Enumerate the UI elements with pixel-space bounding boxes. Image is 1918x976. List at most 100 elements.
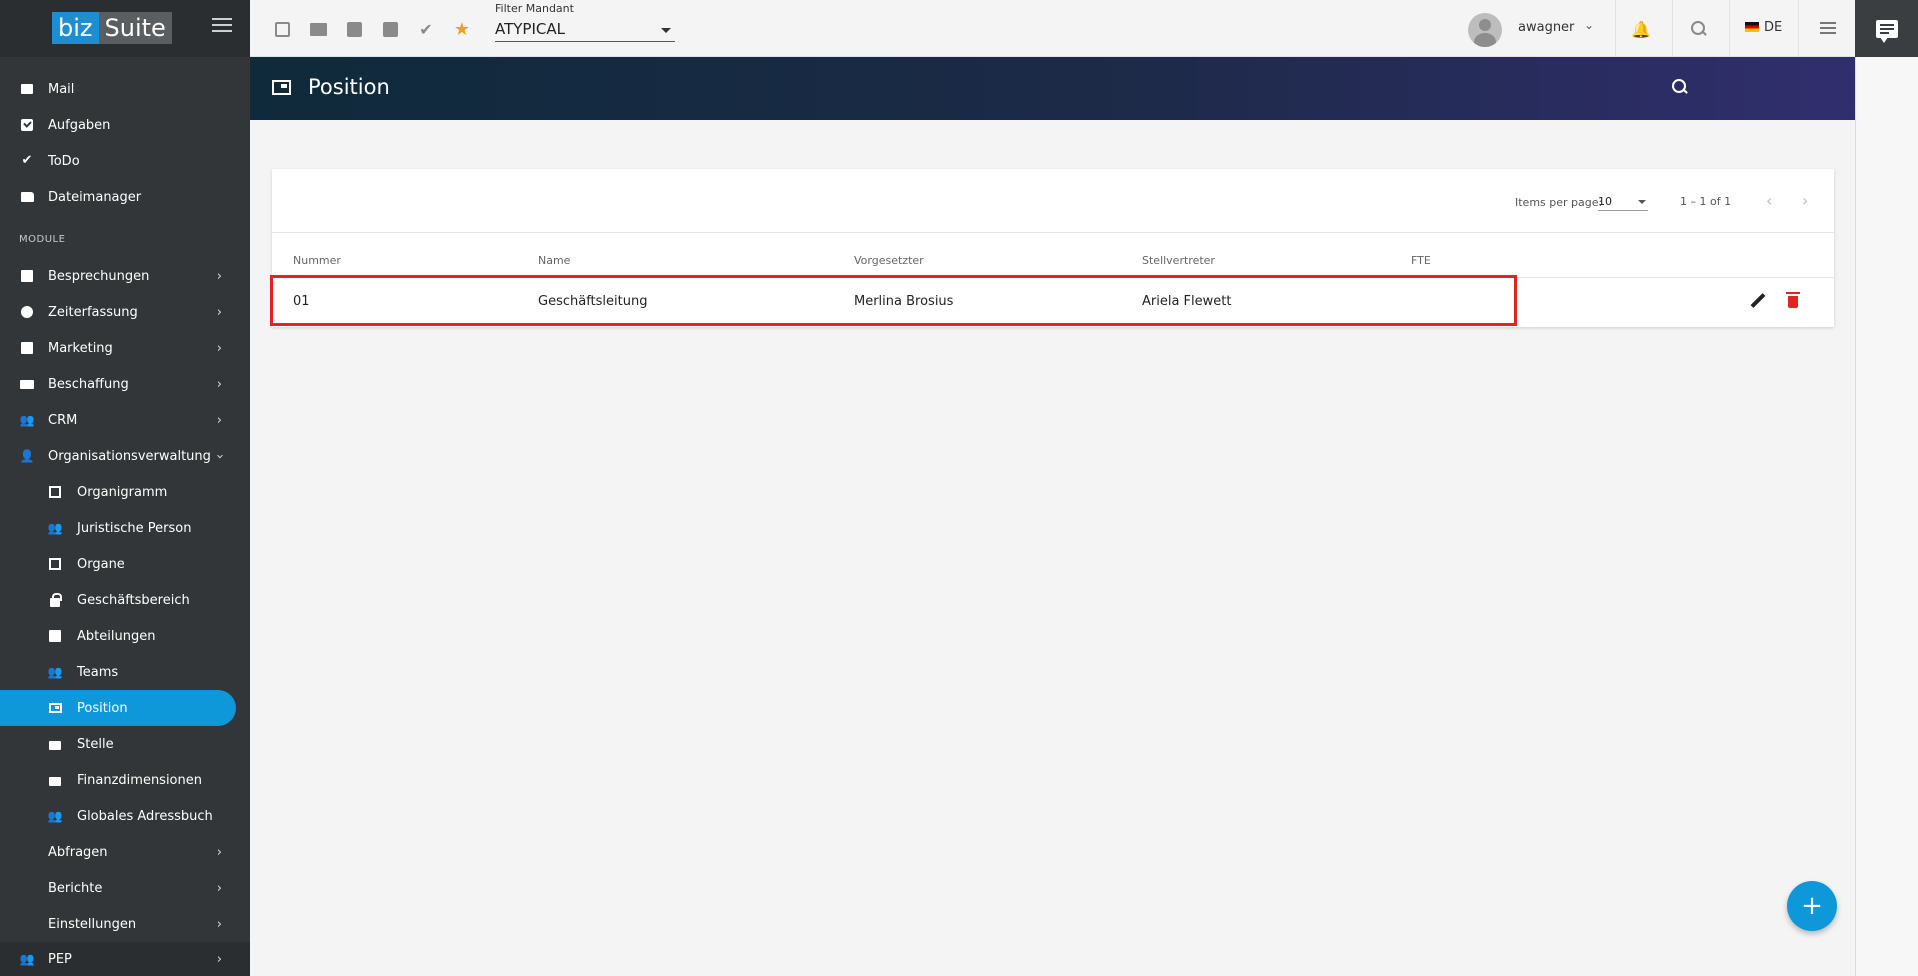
building-icon — [48, 485, 62, 499]
language-selector[interactable]: DE — [1764, 20, 1782, 35]
checkbox-icon — [20, 118, 34, 132]
check-icon: ✔ — [21, 153, 33, 168]
german-flag-icon[interactable] — [1745, 22, 1759, 32]
cell-stellvertreter: Ariela Flewett — [1142, 294, 1232, 309]
divider — [1615, 0, 1616, 57]
sidebar-item-aufgaben[interactable]: Aufgaben — [0, 107, 250, 143]
sidebar-item-todo[interactable]: ✔ ToDo — [0, 143, 250, 179]
sidebar-item-abfragen[interactable]: Abfragen › — [0, 834, 250, 870]
sidebar-item-label: CRM — [48, 412, 78, 428]
chevron-right-icon: › — [216, 916, 222, 932]
table-row[interactable]: 01 Geschäftsleitung Merlina Brosius Arie… — [270, 275, 1834, 326]
column-header-vorgesetzter[interactable]: Vorgesetzter — [854, 254, 924, 267]
sidebar-item-label: Abteilungen — [77, 628, 156, 644]
sidebar-item-geschaeftsbereich[interactable]: Geschäftsbereich — [0, 582, 250, 618]
sidebar-item-dateimanager[interactable]: Dateimanager — [0, 179, 250, 215]
sidebar-item-organe[interactable]: Organe — [0, 546, 250, 582]
chevron-right-icon: › — [216, 304, 222, 320]
sidebar-item-besprechungen[interactable]: Besprechungen › — [0, 258, 250, 294]
sidebar-item-stelle[interactable]: Stelle — [0, 726, 250, 762]
mail-icon[interactable] — [309, 20, 327, 38]
chat-button[interactable] — [1855, 0, 1918, 57]
search-icon[interactable] — [1672, 79, 1688, 95]
menu-toggle-icon[interactable] — [212, 18, 232, 38]
sidebar-item-beschaffung[interactable]: Beschaffung › — [0, 366, 250, 402]
avatar[interactable] — [1468, 13, 1502, 47]
table-card: Items per page: 10 1 – 1 of 1 ‹ › Nummer… — [270, 169, 1834, 327]
items-per-page-select[interactable]: 10 — [1598, 193, 1648, 211]
office-building-icon — [48, 629, 62, 643]
sidebar-item-organigramm[interactable]: Organigramm — [0, 474, 250, 510]
search-icon[interactable] — [1690, 20, 1708, 38]
logo-part-suite: Suite — [98, 12, 172, 44]
star-icon[interactable]: ★ — [453, 19, 471, 40]
sidebar-item-zeiterfassung[interactable]: Zeiterfassung › — [0, 294, 250, 330]
sidebar-item-label: Organisationsverwaltung — [48, 448, 211, 464]
dropdown-caret-icon — [661, 28, 671, 33]
chevron-down-icon[interactable]: ⌄ — [1584, 18, 1594, 32]
username[interactable]: awagner — [1518, 20, 1574, 35]
chart-icon — [20, 341, 34, 355]
contact-icon[interactable] — [345, 20, 363, 38]
filter-mandant-label: Filter Mandant — [495, 2, 574, 15]
sidebar-item-label: Berichte — [48, 880, 103, 896]
sidebar-item-marketing[interactable]: Marketing › — [0, 330, 250, 366]
folder-icon — [20, 190, 34, 204]
chat-icon — [1875, 19, 1898, 43]
column-header-fte[interactable]: FTE — [1411, 254, 1431, 267]
sidebar-item-label: Beschaffung — [48, 376, 129, 392]
delete-icon[interactable] — [1786, 292, 1800, 308]
sidebar-item-label: Stelle — [77, 736, 114, 752]
sidebar-item-label: Globales Adressbuch — [77, 808, 213, 824]
sidebar-item-einstellungen[interactable]: Einstellungen › — [0, 906, 250, 942]
top-bar: ✔ ★ Filter Mandant ATYPICAL awagner ⌄ 🔔 … — [250, 0, 1855, 57]
sidebar-item-label: Dateimanager — [48, 189, 142, 205]
page-header: Position — [250, 57, 1855, 120]
column-header-name[interactable]: Name — [538, 254, 570, 267]
clipboard-icon — [20, 269, 34, 283]
sidebar-item-label: Einstellungen — [48, 916, 137, 932]
add-button[interactable]: + — [1787, 881, 1837, 931]
clock-icon — [20, 305, 34, 319]
position-icon — [272, 80, 291, 95]
bell-icon[interactable]: 🔔 — [1631, 20, 1651, 39]
next-page-button[interactable]: › — [1802, 191, 1808, 210]
sidebar-item-label: PEP — [48, 951, 72, 967]
chevron-right-icon: › — [216, 268, 222, 284]
sidebar-item-label: Geschäftsbereich — [77, 592, 190, 608]
sidebar-item-juristische-person[interactable]: 👥 Juristische Person — [0, 510, 250, 546]
app-logo[interactable]: biz Suite — [52, 12, 172, 44]
right-rail — [1855, 57, 1918, 976]
mail-icon — [20, 82, 34, 96]
column-header-stellvertreter[interactable]: Stellvertreter — [1142, 254, 1215, 267]
sidebar-item-label: ToDo — [48, 153, 80, 169]
sidebar-item-teams[interactable]: 👥 Teams — [0, 654, 250, 690]
edit-icon[interactable] — [1749, 292, 1767, 310]
previous-page-button[interactable]: ‹ — [1766, 191, 1772, 210]
column-header-nummer[interactable]: Nummer — [293, 254, 341, 267]
calendar-icon[interactable] — [273, 20, 291, 38]
filter-mandant-select[interactable]: ATYPICAL — [495, 18, 675, 42]
sidebar-item-finanzdimensionen[interactable]: Finanzdimensionen — [0, 762, 250, 798]
chevron-right-icon: › — [216, 412, 222, 428]
done-all-icon[interactable]: ✔ — [417, 20, 435, 39]
sidebar-item-crm[interactable]: 👥 CRM › — [0, 402, 250, 438]
dropdown-caret-icon — [1638, 200, 1646, 204]
chevron-right-icon: › — [216, 376, 222, 392]
sidebar-item-globales-adressbuch[interactable]: 👥 Globales Adressbuch — [0, 798, 250, 834]
people-icon: 👥 — [19, 952, 35, 966]
list-icon[interactable] — [1820, 22, 1836, 34]
task-icon[interactable] — [381, 20, 399, 38]
sidebar-item-organisationsverwaltung[interactable]: 👤 Organisationsverwaltung › — [0, 438, 250, 474]
briefcase-icon — [48, 773, 62, 787]
sidebar-item-pep[interactable]: 👥 PEP › — [0, 942, 250, 976]
sidebar-item-position[interactable]: Position — [0, 690, 236, 726]
sidebar-item-label: Aufgaben — [48, 117, 111, 133]
sidebar-item-abteilungen[interactable]: Abteilungen — [0, 618, 250, 654]
sidebar-item-mail[interactable]: Mail — [0, 71, 250, 107]
sidebar-item-label: Zeiterfassung — [48, 304, 138, 320]
sidebar-item-berichte[interactable]: Berichte › — [0, 870, 250, 906]
sidebar-item-label: Finanzdimensionen — [77, 772, 202, 788]
sidebar-item-label: Teams — [77, 664, 119, 680]
filter-mandant-value: ATYPICAL — [495, 20, 565, 38]
